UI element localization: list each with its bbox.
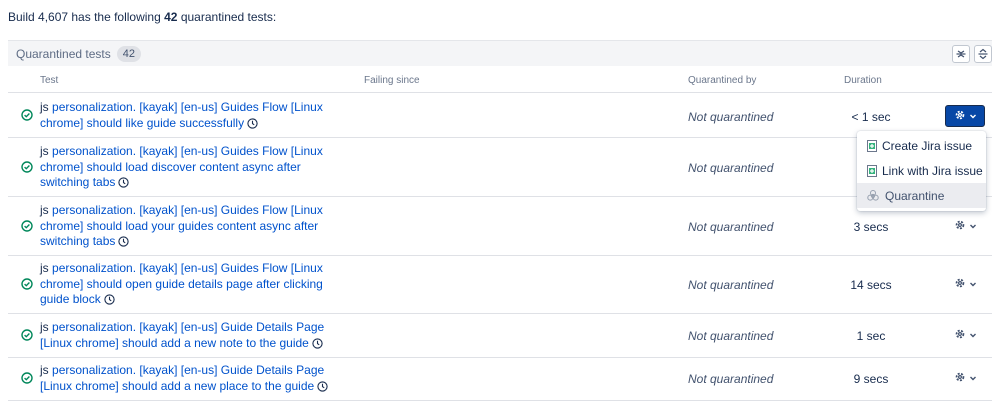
menu-item-link-jira-issue[interactable]: Link with Jira issue: [857, 159, 986, 184]
actions-menu: Create Jira issue Link with Jira issue Q…: [857, 131, 986, 211]
collapse-icon[interactable]: [952, 45, 970, 63]
menu-item-quarantine[interactable]: Quarantine: [857, 183, 986, 209]
column-failing-since[interactable]: Failing since: [364, 75, 420, 86]
table-row: js personalization. [kayak] [en-us] Guid…: [8, 358, 992, 401]
duration-value: 3 secs: [853, 220, 889, 234]
build-summary: Build 4,607 has the following 42 quarant…: [8, 10, 276, 24]
expand-icon[interactable]: [974, 45, 992, 63]
clock-icon: [317, 380, 328, 397]
menu-item-label: Create Jira issue: [882, 139, 973, 154]
gear-icon: [954, 109, 966, 124]
quarantined-by-value: Not quarantined: [688, 329, 774, 343]
clock-icon: [118, 177, 130, 193]
table-row: js personalization. [kayak] [en-us] Guid…: [8, 257, 992, 314]
table-row: js personalization. [kayak] [en-us] Guid…: [8, 315, 992, 358]
clock-icon: [104, 294, 115, 310]
test-name-link[interactable]: js personalization. [kayak] [en-us] Guid…: [40, 363, 350, 396]
chevron-down-icon: [969, 109, 977, 123]
test-name-link[interactable]: js personalization. [kayak] [en-us] Guid…: [40, 203, 350, 252]
clock-icon: [118, 236, 130, 252]
gear-icon: [954, 219, 966, 234]
clock-icon: [312, 337, 323, 354]
duration-value: 14 secs: [850, 278, 892, 292]
summary-suffix: quarantined tests:: [180, 10, 277, 24]
quarantined-by-value: Not quarantined: [688, 278, 774, 292]
gear-icon: [954, 371, 966, 386]
chevron-down-icon: [969, 219, 977, 233]
check-circle-icon: [21, 161, 33, 176]
menu-item-label: Quarantine: [885, 188, 945, 203]
duration-value: 1 sec: [856, 329, 886, 343]
jira-icon: [866, 165, 878, 178]
gear-icon: [954, 277, 966, 292]
chevron-down-icon: [969, 277, 977, 291]
table-header: Test Failing since Quarantined by Durati…: [8, 67, 992, 93]
duration-value: 9 secs: [853, 372, 889, 386]
biohazard-icon: [866, 189, 880, 202]
check-circle-icon: [21, 220, 33, 235]
clock-icon: [247, 117, 258, 134]
actions-dropdown-button[interactable]: [945, 367, 985, 389]
duration-value: < 1 sec: [851, 110, 891, 124]
column-quarantined-by[interactable]: Quarantined by: [688, 75, 756, 86]
actions-dropdown-button[interactable]: [945, 105, 985, 127]
actions-dropdown-button[interactable]: [945, 324, 985, 346]
table-row: js personalization. [kayak] [en-us] Guid…: [8, 198, 992, 256]
summary-prefix: Build 4,607 has the following: [8, 10, 161, 24]
check-circle-icon: [21, 109, 33, 124]
summary-count: 42: [164, 10, 178, 24]
test-name-link[interactable]: js personalization. [kayak] [en-us] Guid…: [40, 100, 350, 133]
quarantined-tests-header: Quarantined tests 42: [8, 40, 992, 66]
quarantined-by-value: Not quarantined: [688, 372, 774, 386]
actions-dropdown-button[interactable]: [945, 273, 985, 295]
check-circle-icon: [21, 329, 33, 344]
quarantined-by-value: Not quarantined: [688, 220, 774, 234]
test-name-link[interactable]: js personalization. [kayak] [en-us] Guid…: [40, 144, 350, 193]
gear-icon: [954, 328, 966, 343]
quarantined-by-value: Not quarantined: [688, 161, 774, 175]
count-badge: 42: [116, 45, 141, 62]
chevron-down-icon: [969, 328, 977, 342]
panel-title: Quarantined tests: [16, 46, 111, 61]
jira-icon: [866, 140, 878, 153]
chevron-down-icon: [969, 371, 977, 385]
check-circle-icon: [21, 372, 33, 387]
test-name-link[interactable]: js personalization. [kayak] [en-us] Guid…: [40, 261, 350, 310]
test-name-link[interactable]: js personalization. [kayak] [en-us] Guid…: [40, 320, 350, 353]
table-row: js personalization. [kayak] [en-us] Guid…: [8, 94, 992, 138]
column-test[interactable]: Test: [40, 75, 58, 86]
quarantined-by-value: Not quarantined: [688, 110, 774, 124]
check-circle-icon: [21, 278, 33, 293]
menu-item-label: Link with Jira issue: [882, 164, 983, 179]
table-row: js personalization. [kayak] [en-us] Guid…: [8, 139, 992, 197]
menu-item-create-jira-issue[interactable]: Create Jira issue: [857, 134, 986, 159]
actions-dropdown-button[interactable]: [945, 215, 985, 237]
column-duration[interactable]: Duration: [844, 75, 882, 86]
